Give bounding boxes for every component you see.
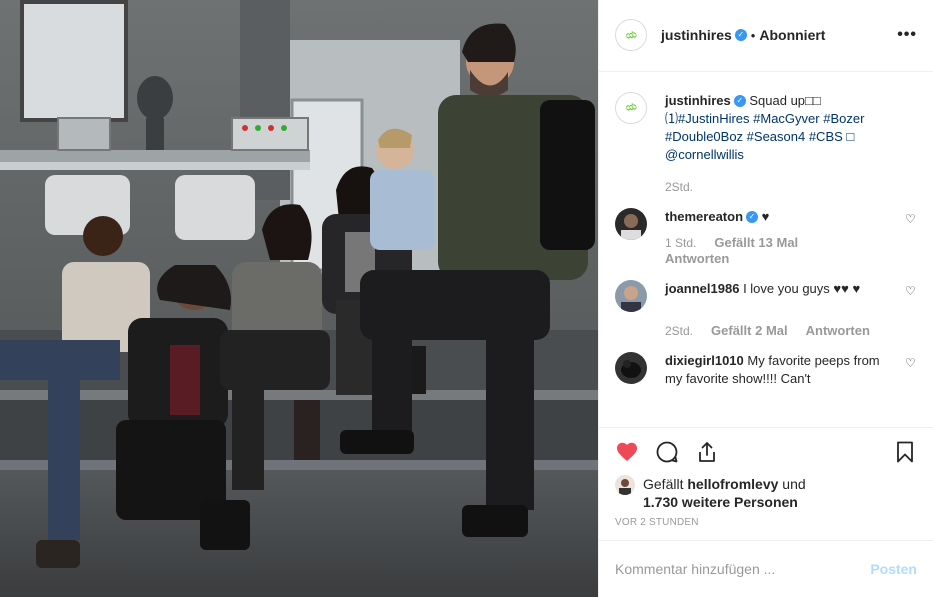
comment-item: joannel1986 I love you guys ♥♥ ♥ 2Std. G… bbox=[615, 279, 917, 338]
comment-likes[interactable]: Gefällt 13 Mal bbox=[714, 235, 798, 250]
author-username[interactable]: justinhires bbox=[661, 27, 732, 43]
likes-prefix: Gefällt bbox=[643, 476, 688, 493]
comment-meta: 2Std. Gefällt 2 Mal Antworten bbox=[665, 323, 889, 338]
caption-mention[interactable]: @cornellwillis bbox=[665, 147, 744, 162]
comment-item: dixiegirl1010 My favorite peeps from my … bbox=[615, 351, 917, 388]
comment-icon[interactable] bbox=[655, 440, 679, 464]
comment-text: ♥ bbox=[761, 208, 770, 224]
more-options-icon[interactable]: ••• bbox=[897, 26, 917, 44]
add-comment-bar: Posten bbox=[599, 541, 933, 597]
commenter-avatar-image bbox=[615, 279, 647, 312]
post-sidebar: ಯ justinhires ✓ • Abonniert ••• ಯ justin… bbox=[598, 0, 933, 597]
commenter-avatar-image bbox=[615, 351, 647, 384]
likes-middle: und bbox=[778, 476, 806, 493]
commenter-avatar[interactable] bbox=[615, 351, 647, 384]
post-comment-button[interactable]: Posten bbox=[870, 561, 917, 577]
comment-like-heart-icon[interactable]: ♡ bbox=[905, 357, 917, 369]
comment-meta-row2: Antworten bbox=[665, 251, 889, 266]
caption-body: justinhires ✓ Squad up□□ ⑴#JustinHires #M… bbox=[665, 92, 917, 194]
author-avatar-logo: ಯ bbox=[625, 29, 637, 42]
caption-username[interactable]: justinhires bbox=[665, 93, 731, 108]
comments-scroll-area[interactable]: ಯ justinhires ✓ Squad up□□ ⑴#JustinHires … bbox=[599, 72, 933, 428]
comment-body: joannel1986 I love you guys ♥♥ ♥ 2Std. G… bbox=[665, 280, 917, 338]
post-timestamp[interactable]: VOR 2 STUNDEN bbox=[599, 511, 933, 542]
likes-summary: Gefällt hellofromlevy und 1.730 weitere … bbox=[599, 475, 933, 511]
verified-badge-icon: ✓ bbox=[733, 95, 746, 108]
caption-avatar-logo: ಯ bbox=[625, 101, 637, 114]
comment-body: dixiegirl1010 My favorite peeps from my … bbox=[665, 352, 917, 388]
comment-meta: 1 Std. Gefällt 13 Mal bbox=[665, 235, 889, 250]
comment-item: themereaton ✓ ♥ 1 Std. Gefällt 13 Mal Ant… bbox=[615, 207, 917, 266]
likes-user-link[interactable]: hellofromlevy bbox=[687, 476, 778, 492]
post-header: ಯ justinhires ✓ • Abonniert ••• bbox=[599, 0, 933, 72]
instagram-post-view: ಯ justinhires ✓ • Abonniert ••• ಯ justin… bbox=[0, 0, 933, 597]
comment-text: I love you guys ♥♥ ♥ bbox=[743, 280, 861, 296]
caption-text-lead: Squad up□□ bbox=[749, 92, 821, 108]
bookmark-icon[interactable] bbox=[893, 440, 917, 464]
comment-likes[interactable]: Gefällt 2 Mal bbox=[711, 323, 788, 338]
comment-like-heart-icon[interactable]: ♡ bbox=[905, 213, 917, 225]
verified-badge-icon: ✓ bbox=[734, 29, 747, 42]
commenter-avatar[interactable] bbox=[615, 279, 647, 312]
verified-badge-icon: ✓ bbox=[746, 211, 759, 224]
comment-time[interactable]: 1 Std. bbox=[665, 236, 696, 250]
caption-meta: 2Std. bbox=[665, 180, 889, 194]
caption: ಯ justinhires ✓ Squad up□□ ⑴#JustinHires … bbox=[615, 91, 917, 194]
post-photo-illustration bbox=[0, 0, 598, 597]
likes-count-link[interactable]: 1.730 weitere Personen bbox=[643, 494, 798, 510]
caption-hashtags-line3[interactable]: #Double0Boz #Season4 #CBS □ bbox=[665, 129, 854, 144]
liked-heart-icon[interactable] bbox=[615, 440, 639, 464]
caption-avatar[interactable]: ಯ bbox=[615, 91, 647, 124]
caption-time[interactable]: 2Std. bbox=[665, 180, 693, 194]
share-icon[interactable] bbox=[695, 440, 719, 464]
liker-avatar[interactable] bbox=[615, 475, 635, 496]
caption-hashtags-line2[interactable]: ⑴#JustinHires #MacGyver #Bozer bbox=[665, 111, 864, 126]
comment-username[interactable]: joannel1986 bbox=[665, 281, 739, 296]
commenter-avatar[interactable] bbox=[615, 207, 647, 240]
comment-body: themereaton ✓ ♥ 1 Std. Gefällt 13 Mal Ant… bbox=[665, 208, 917, 266]
post-photo[interactable] bbox=[0, 0, 598, 597]
add-comment-input[interactable] bbox=[615, 561, 871, 578]
comment-username[interactable]: dixiegirl1010 bbox=[665, 353, 744, 368]
comment-username[interactable]: themereaton bbox=[665, 209, 743, 224]
post-actions bbox=[599, 428, 933, 476]
comment-time[interactable]: 2Std. bbox=[665, 324, 693, 338]
comment-reply-button[interactable]: Antworten bbox=[665, 251, 729, 266]
likes-text: Gefällt hellofromlevy und 1.730 weitere … bbox=[643, 475, 806, 511]
comment-like-heart-icon[interactable]: ♡ bbox=[905, 285, 917, 297]
header-separator: • bbox=[750, 27, 756, 43]
comment-reply-button[interactable]: Antworten bbox=[806, 323, 870, 338]
header-meta: justinhires ✓ • Abonniert bbox=[661, 27, 825, 43]
liker-avatar-image bbox=[615, 475, 635, 496]
author-avatar[interactable]: ಯ bbox=[615, 19, 647, 52]
commenter-avatar-image bbox=[615, 207, 647, 240]
follow-status-button[interactable]: Abonniert bbox=[759, 27, 825, 43]
